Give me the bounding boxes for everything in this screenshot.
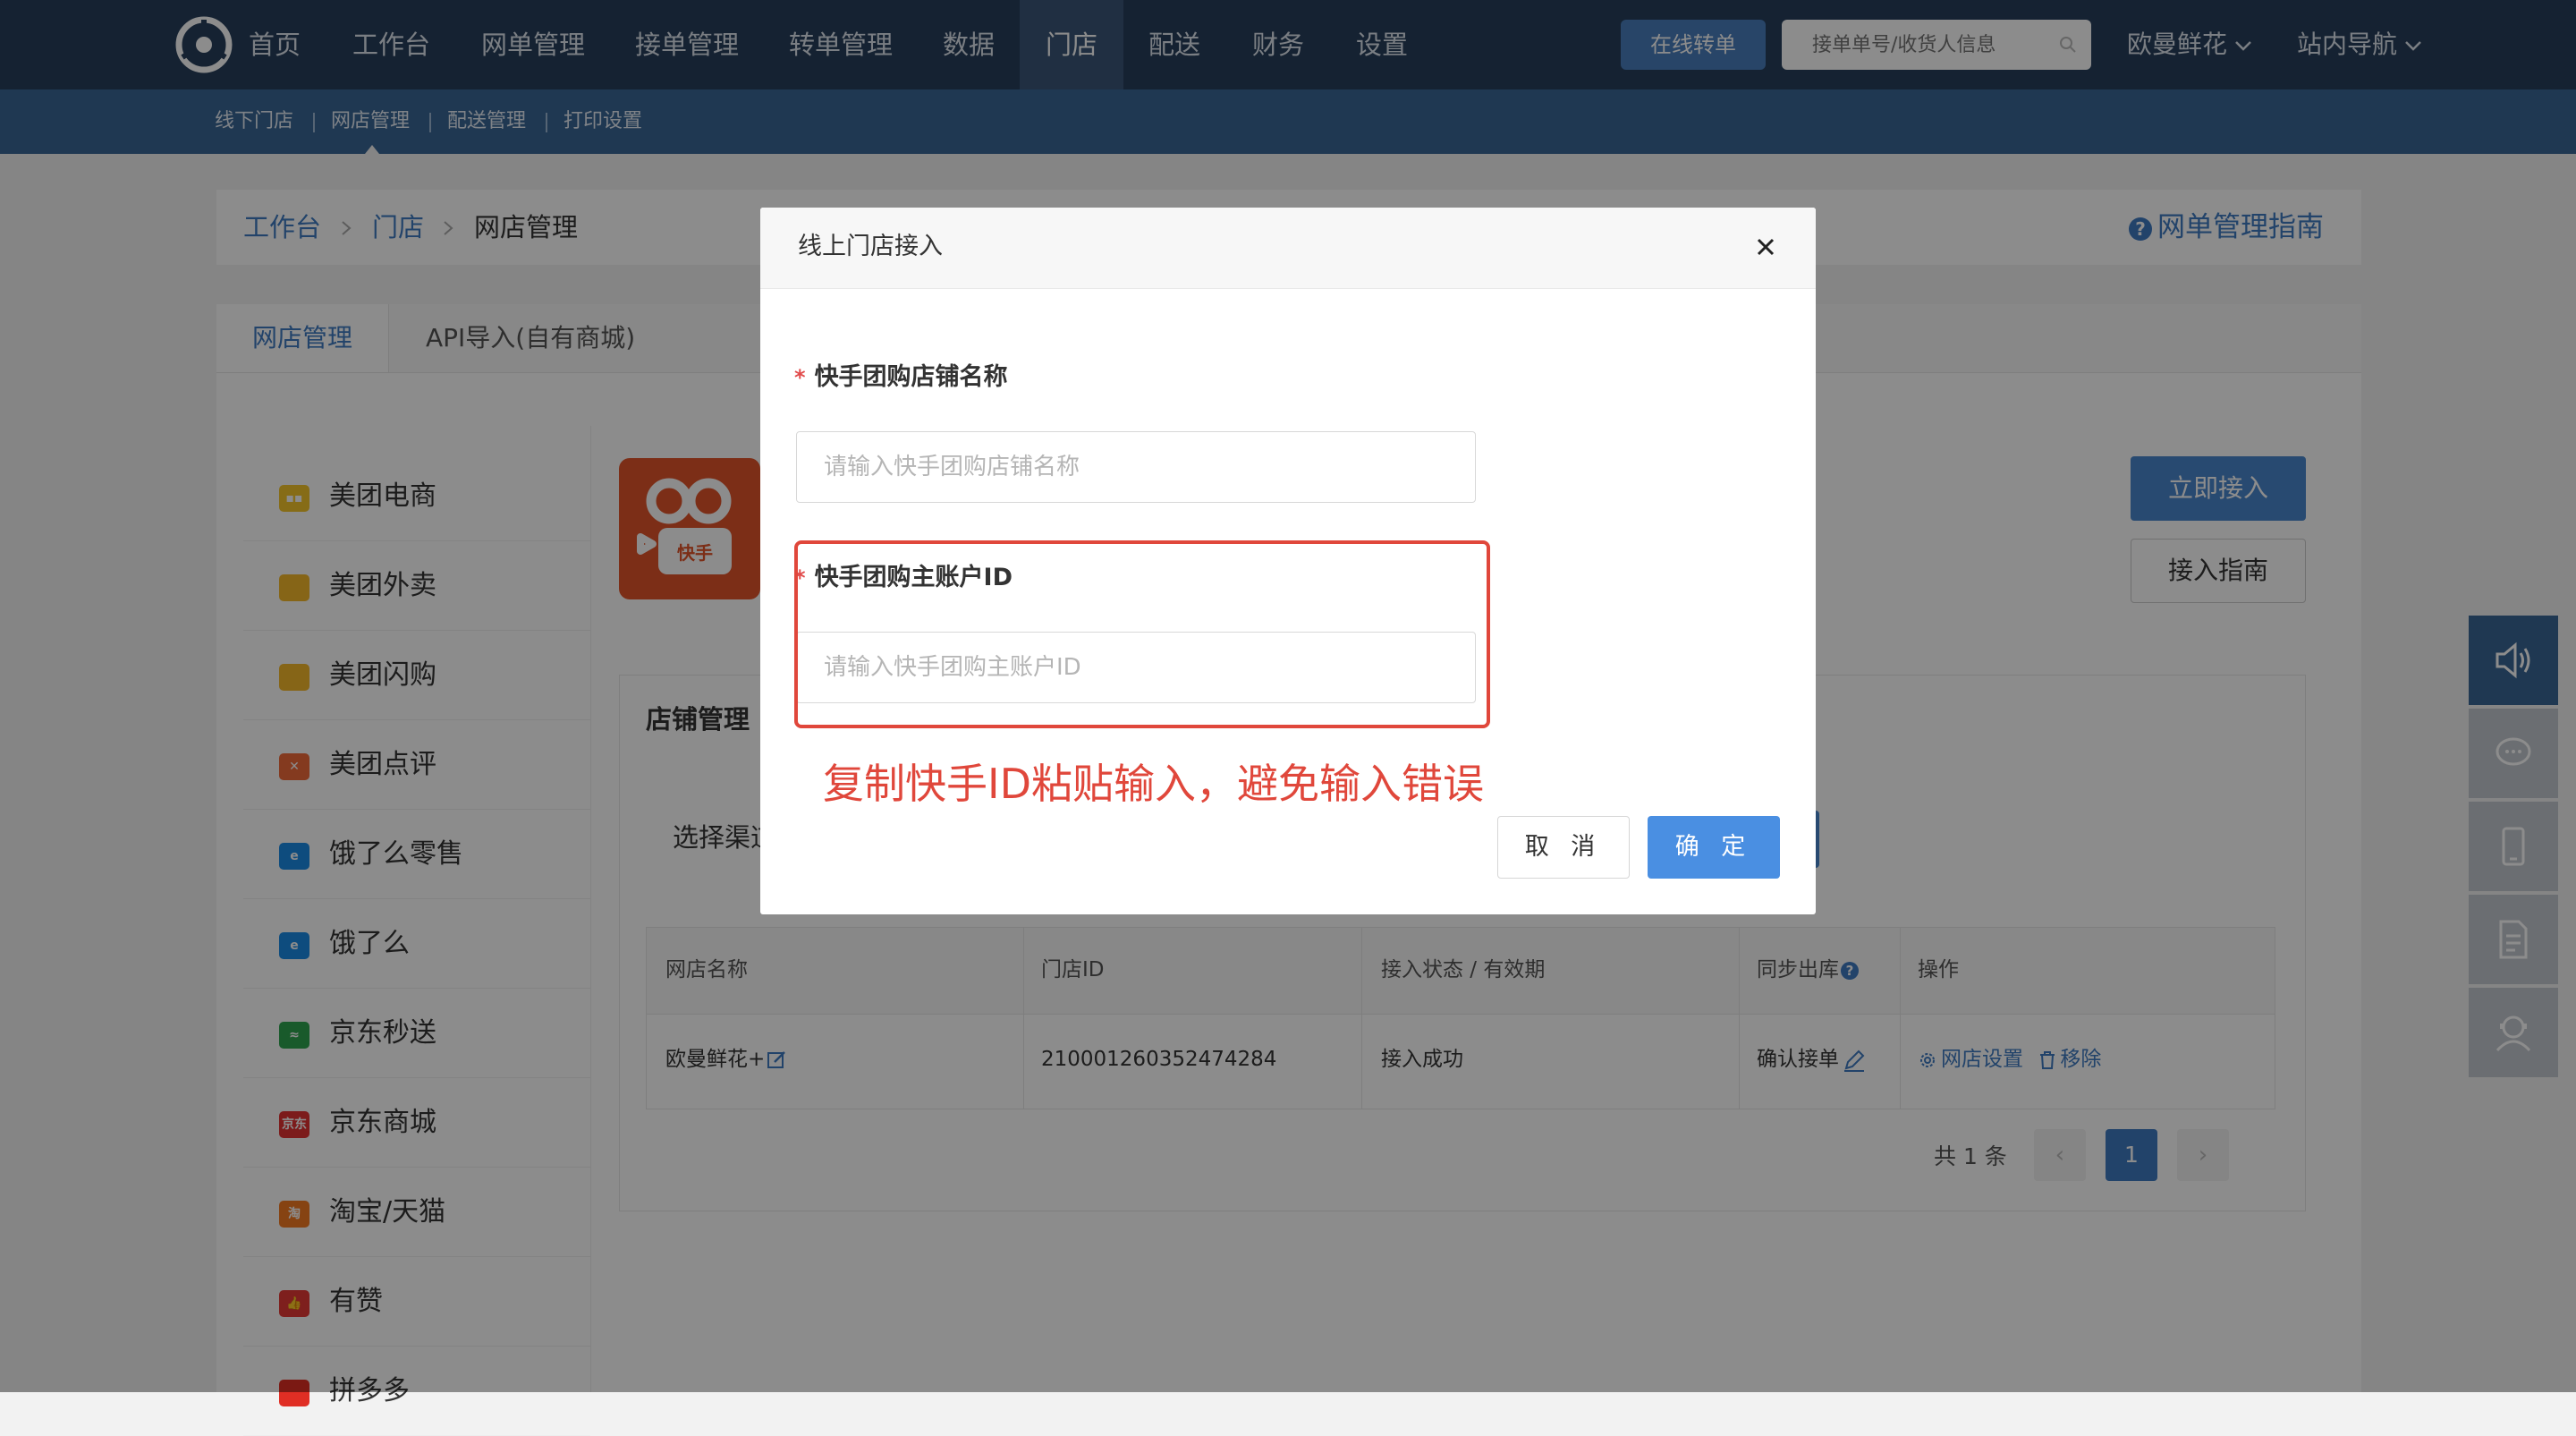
shop-name-input[interactable] bbox=[796, 431, 1476, 503]
cancel-button[interactable]: 取 消 bbox=[1497, 816, 1630, 879]
modal-title: 线上门店接入 bbox=[798, 233, 943, 260]
shop-name-label-text: 快手团购店铺名称 bbox=[814, 363, 1008, 391]
required-mark: * bbox=[794, 365, 806, 390]
close-icon[interactable] bbox=[1750, 231, 1782, 263]
highlight-box bbox=[794, 540, 1490, 728]
shop-name-label: * 快手团购店铺名称 bbox=[794, 360, 1008, 395]
annotation-text: 复制快手ID粘贴输入，避免输入错误 bbox=[823, 760, 1484, 808]
confirm-button[interactable]: 确 定 bbox=[1648, 816, 1780, 879]
